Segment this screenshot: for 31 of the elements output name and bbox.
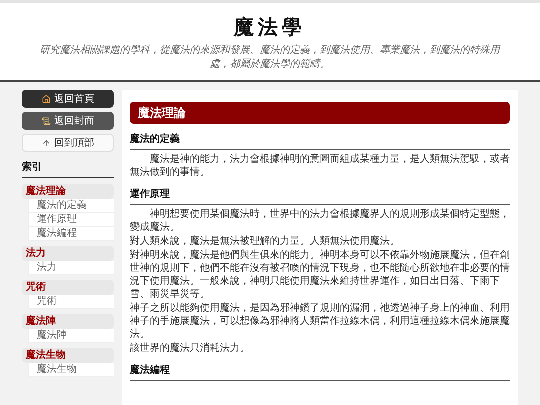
index-item-link[interactable]: 運作原理 bbox=[28, 213, 114, 227]
index-item-link[interactable]: 魔法的定義 bbox=[28, 199, 114, 213]
index-group-link[interactable]: 魔法理論 bbox=[22, 184, 114, 199]
paragraph: 該世界的魔法只消耗法力。 bbox=[130, 342, 251, 355]
index-item-link[interactable]: 魔法編程 bbox=[28, 227, 114, 241]
subsection-heading: 魔法編程 bbox=[130, 363, 510, 381]
index-item-link[interactable]: 咒術 bbox=[28, 295, 114, 309]
index-group-link[interactable]: 魔法陣 bbox=[22, 314, 114, 329]
index-group-link[interactable]: 咒術 bbox=[22, 280, 114, 295]
index-item-link[interactable]: 法力 bbox=[28, 261, 114, 275]
paragraph: 神子之所以能夠使用魔法，是因為邪神鑽了規則的漏洞，祂透過神子身上的神血、利用神子的手施展魔法，可以想像為邪神將人類當作拉線木偶，利用這種拉線木偶來施展魔法。 bbox=[130, 302, 510, 341]
page-title: 魔法學 bbox=[234, 15, 306, 40]
index-item-link[interactable]: 魔法生物 bbox=[28, 363, 114, 377]
subsection-heading: 運作原理 bbox=[130, 187, 510, 205]
paragraph: 對人類來說，魔法是無法被理解的力量。人類無法使用魔法。 bbox=[130, 235, 401, 248]
section-title: 魔法理論 bbox=[130, 102, 510, 124]
index-item-link[interactable]: 魔法陣 bbox=[28, 329, 114, 343]
subsection-heading: 魔法的定義 bbox=[130, 132, 510, 150]
nav-button[interactable]: 返回封面 bbox=[22, 112, 114, 130]
nav-button[interactable]: 回到頂部 bbox=[22, 134, 114, 152]
paragraph: 神明想要使用某個魔法時，世界中的法力會根據魔界人的規則形成某個特定型態，變成魔法。 bbox=[130, 208, 510, 234]
index-group-link[interactable]: 魔法生物 bbox=[22, 348, 114, 363]
index-group-link[interactable]: 法力 bbox=[22, 246, 114, 261]
arrow-up-icon bbox=[42, 138, 50, 148]
index-heading: 索引 bbox=[22, 160, 114, 178]
page-subtitle: 研究魔法相關課題的學科，從魔法的來源和發展、魔法的定義，到魔法使用、專業魔法，到魔法的特殊用處，都屬於魔法學的範疇。 bbox=[40, 44, 500, 72]
scroll-icon bbox=[42, 116, 50, 126]
paragraph: 對神明來說，魔法是他們與生俱來的能力。神明本身可以不依靠外物施展魔法，但在創世神的規則下，他們不能在沒有被召喚的情況下現身，也不能隨心所欲地在非必要的情況下使用魔法。一般來說，神明只能使用魔法來維持世界運作，如日出日落、下雨下雪、雨災旱災等。 bbox=[130, 249, 510, 301]
paragraph: 魔法是神的能力，法力會根據神明的意圖而組成某種力量，是人類無法駕馭，或者無法做到的事情。 bbox=[130, 153, 510, 179]
nav-button[interactable]: 返回首頁 bbox=[22, 90, 114, 108]
house-icon bbox=[42, 94, 50, 104]
